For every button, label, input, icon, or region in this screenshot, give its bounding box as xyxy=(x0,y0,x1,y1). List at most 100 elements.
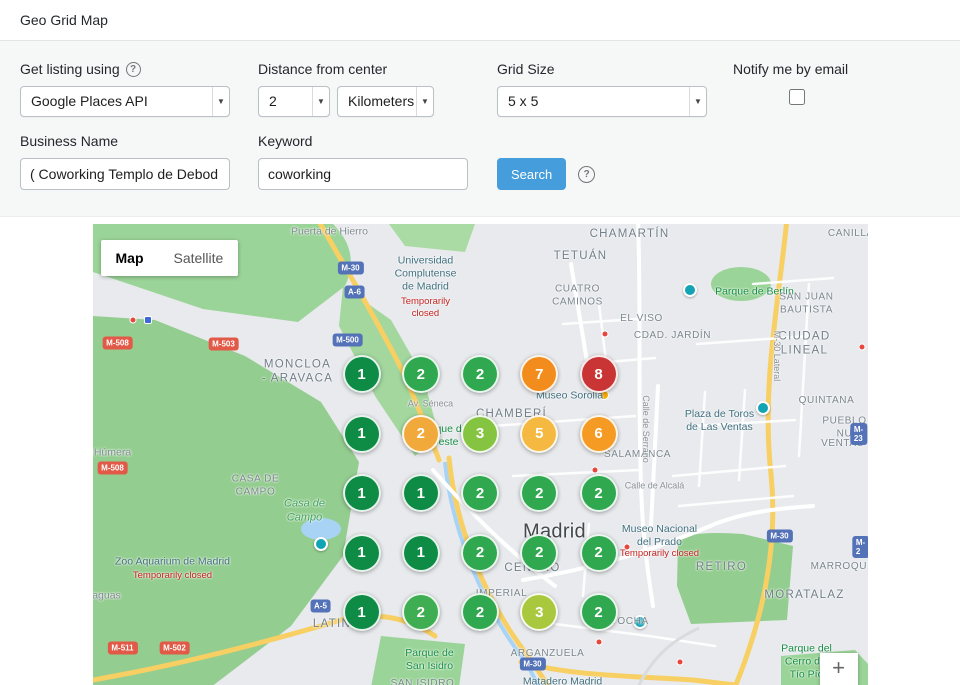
grid-marker[interactable]: 2 xyxy=(461,593,499,631)
map-label: CDAD. JARDÍN xyxy=(634,330,711,343)
metro-icon xyxy=(144,316,152,324)
map-label: Calle de Serrano xyxy=(640,395,651,463)
grid-marker[interactable]: 1 xyxy=(343,474,381,512)
grid-marker[interactable]: 8 xyxy=(580,355,618,393)
road-badge: M-2 xyxy=(852,536,868,558)
grid-marker[interactable]: 2 xyxy=(580,593,618,631)
map-label: SAN JUAN BAUTISTA xyxy=(779,292,833,317)
grid-size-group: Grid Size 5 x 5 ▼ xyxy=(497,61,733,117)
notify-group: Notify me by email xyxy=(733,61,940,117)
map-label: QUINTANA xyxy=(799,395,855,408)
road-badge: M-508 xyxy=(97,462,128,475)
page-title: Geo Grid Map xyxy=(20,12,108,28)
map-label: Húmera xyxy=(94,446,131,459)
page-header: Geo Grid Map xyxy=(0,0,960,41)
grid-marker[interactable]: 2 xyxy=(580,474,618,512)
map-label: MARROQUI xyxy=(811,561,868,574)
map-label: M-30 Lateral xyxy=(771,331,782,382)
notify-label: Notify me by email xyxy=(733,61,916,77)
transit-icon xyxy=(683,283,697,297)
transit-icon xyxy=(756,401,770,415)
map-label: Av. Séneca xyxy=(408,398,453,409)
grid-marker[interactable]: 2 xyxy=(402,415,440,453)
keyword-input[interactable] xyxy=(258,158,468,190)
distance-label: Distance from center xyxy=(258,61,473,77)
map-label: Calle de Alcalá xyxy=(625,480,685,491)
map-label: Temporarily closed xyxy=(620,548,699,560)
map-overlay-layer: Puerta de HierroCHAMARTÍNCANILLASTETUÁNU… xyxy=(93,224,868,685)
keyword-label: Keyword xyxy=(258,133,473,149)
map-canvas[interactable]: Puerta de HierroCHAMARTÍNCANILLASTETUÁNU… xyxy=(93,224,868,685)
zoom-in-button[interactable]: + xyxy=(820,653,858,685)
poi-red-icon xyxy=(676,659,683,666)
map-label: ARGANZUELA xyxy=(511,648,585,661)
tab-map[interactable]: Map xyxy=(101,240,159,276)
business-name-label: Business Name xyxy=(20,133,234,149)
grid-marker[interactable]: 1 xyxy=(343,534,381,572)
search-group: Search ? xyxy=(497,133,733,190)
tab-satellite[interactable]: Satellite xyxy=(159,240,239,276)
road-badge: M-30 xyxy=(337,262,363,275)
notify-email-checkbox[interactable] xyxy=(789,89,805,105)
grid-marker[interactable]: 7 xyxy=(520,355,558,393)
road-badge: M-30 xyxy=(519,658,545,671)
grid-marker[interactable]: 5 xyxy=(520,415,558,453)
get-listing-select[interactable]: Google Places API ▼ xyxy=(20,86,230,117)
map-label: CHAMARTÍN xyxy=(590,227,670,241)
map-label: Temporarily closed xyxy=(401,296,450,320)
grid-marker[interactable]: 2 xyxy=(461,474,499,512)
grid-marker[interactable]: 2 xyxy=(461,534,499,572)
distance-value-select[interactable]: 2 ▼ xyxy=(258,86,330,117)
map-label: Zoo Aquarium de Madrid xyxy=(115,555,230,568)
map-label: CASA DE CAMPO xyxy=(232,474,280,499)
grid-marker[interactable]: 2 xyxy=(580,534,618,572)
grid-marker[interactable]: 6 xyxy=(580,415,618,453)
map-wrapper: Puerta de HierroCHAMARTÍNCANILLASTETUÁNU… xyxy=(0,217,960,685)
road-badge: A-5 xyxy=(310,600,331,613)
road-badge: M-502 xyxy=(159,642,190,655)
map-label: Matadero Madrid xyxy=(523,675,602,685)
map-label: TETUÁN xyxy=(554,249,608,263)
transit-icon xyxy=(633,615,647,629)
grid-marker[interactable]: 3 xyxy=(520,593,558,631)
chevron-down-icon: ▼ xyxy=(212,87,229,116)
poi-red-icon xyxy=(591,467,598,474)
grid-size-select[interactable]: 5 x 5 ▼ xyxy=(497,86,707,117)
map-label: PUEBLO NU xyxy=(822,416,866,441)
grid-marker[interactable]: 1 xyxy=(343,415,381,453)
grid-marker[interactable]: 1 xyxy=(402,534,440,572)
search-button[interactable]: Search xyxy=(497,158,566,190)
business-name-input[interactable] xyxy=(20,158,230,190)
chevron-down-icon: ▼ xyxy=(689,87,706,116)
map-label: aguas xyxy=(93,589,121,602)
map-label: EL VISO xyxy=(620,313,663,326)
grid-marker[interactable]: 2 xyxy=(520,474,558,512)
map-label: Temporarily closed xyxy=(133,570,212,582)
grid-marker[interactable]: 2 xyxy=(402,593,440,631)
grid-marker[interactable]: 2 xyxy=(402,355,440,393)
map-label: Parque de Berlín xyxy=(715,285,794,298)
grid-marker[interactable]: 1 xyxy=(343,355,381,393)
map-label: Puerta de Hierro xyxy=(291,225,368,238)
map-label: SAN ISIDRO xyxy=(391,678,455,685)
distance-unit-select[interactable]: Kilometers ▼ xyxy=(337,86,434,117)
map-label: Museo Nacional del Prado xyxy=(622,523,697,549)
road-badge: A-6 xyxy=(344,286,365,299)
poi-red-icon xyxy=(601,331,608,338)
search-help-icon[interactable]: ? xyxy=(578,166,595,183)
grid-marker[interactable]: 3 xyxy=(461,415,499,453)
poi-red-icon xyxy=(595,639,602,646)
help-icon[interactable]: ? xyxy=(126,62,141,77)
map-label: Casa de Campo xyxy=(284,497,325,525)
road-badge: M-500 xyxy=(332,334,363,347)
road-badge: M-30 xyxy=(766,530,792,543)
get-listing-group: Get listing using ? Google Places API ▼ xyxy=(20,61,258,117)
row2-spacer xyxy=(733,133,940,190)
grid-marker[interactable]: 1 xyxy=(402,474,440,512)
chevron-down-icon: ▼ xyxy=(416,87,433,116)
grid-marker[interactable]: 2 xyxy=(520,534,558,572)
map-label: SALAMANCA xyxy=(604,449,671,462)
grid-marker[interactable]: 2 xyxy=(461,355,499,393)
map-label: RETIRO xyxy=(696,560,747,574)
grid-marker[interactable]: 1 xyxy=(343,593,381,631)
